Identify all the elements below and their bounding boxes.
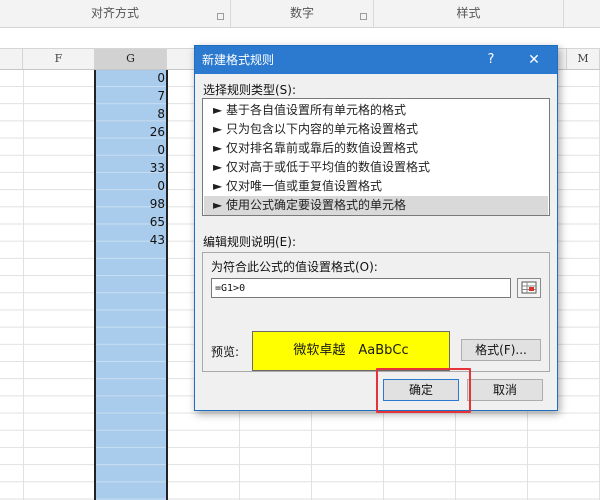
close-button[interactable]: ✕: [517, 46, 551, 74]
cell-g4[interactable]: 26: [95, 124, 165, 141]
rule-type-item[interactable]: ► 基于各自值设置所有单元格的格式: [204, 101, 548, 120]
column-header-g-label: G: [126, 52, 135, 65]
dialog-title: 新建格式规则: [202, 53, 275, 67]
formula-input[interactable]: [211, 278, 511, 298]
new-format-rule-dialog: 新建格式规则 ? ✕ 选择规则类型(S): ► 基于各自值设置所有单元格的格式 …: [194, 45, 558, 411]
rule-type-label: 选择规则类型(S):: [203, 83, 297, 97]
preview-label: 预览:: [211, 345, 240, 359]
cell-g9[interactable]: 65: [95, 214, 165, 231]
ok-button-highlight-annotation: [376, 368, 471, 413]
cell-g1[interactable]: 0: [95, 70, 165, 87]
cell-g10[interactable]: 43: [95, 232, 165, 249]
number-dialog-launcher-icon[interactable]: [360, 13, 367, 20]
cell-g6[interactable]: 33: [95, 160, 165, 177]
edit-rule-description-label: 编辑规则说明(E):: [203, 235, 296, 249]
rule-type-list[interactable]: ► 基于各自值设置所有单元格的格式 ► 只为包含以下内容的单元格设置格式 ► 仅…: [202, 98, 550, 216]
ribbon-group-bar: 对齐方式 数字 样式: [0, 0, 600, 28]
rule-type-item[interactable]: ► 只为包含以下内容的单元格设置格式: [204, 120, 548, 139]
format-button[interactable]: 格式(F)...: [461, 339, 541, 361]
cell-g3[interactable]: 8: [95, 106, 165, 123]
ribbon-group-styles-label: 样式: [456, 6, 481, 20]
selection-border-right: [166, 70, 168, 500]
column-header-f-label: F: [54, 52, 63, 65]
rule-type-item[interactable]: ► 仅对唯一值或重复值设置格式: [204, 177, 548, 196]
ribbon-group-alignment[interactable]: 对齐方式: [0, 0, 231, 27]
cell-g8[interactable]: 98: [95, 196, 165, 213]
rule-type-item[interactable]: ► 仅对高于或低于平均值的数值设置格式: [204, 158, 548, 177]
range-select-icon: [521, 281, 537, 294]
ribbon-group-alignment-label: 对齐方式: [90, 6, 139, 20]
range-select-button[interactable]: [517, 278, 541, 298]
column-header-m[interactable]: M: [567, 49, 600, 69]
alignment-dialog-launcher-icon[interactable]: [217, 13, 224, 20]
dialog-title-bar[interactable]: 新建格式规则 ? ✕: [195, 46, 557, 74]
ribbon-group-number-label: 数字: [289, 6, 314, 20]
rule-type-item-selected[interactable]: ► 使用公式确定要设置格式的单元格: [204, 196, 548, 215]
cell-g2[interactable]: 7: [95, 88, 165, 105]
rule-type-item[interactable]: ► 仅对排名靠前或靠后的数值设置格式: [204, 139, 548, 158]
ribbon-group-number[interactable]: 数字: [231, 0, 374, 27]
formula-label: 为符合此公式的值设置格式(O):: [211, 260, 378, 274]
cell-g7[interactable]: 0: [95, 178, 165, 195]
column-header-m-label: M: [577, 52, 589, 65]
ribbon-group-styles[interactable]: 样式: [374, 0, 564, 27]
column-header-e[interactable]: [0, 49, 23, 69]
cell-g5[interactable]: 0: [95, 142, 165, 159]
format-preview: 微软卓越 AaBbCc: [252, 331, 450, 371]
column-header-f[interactable]: F: [23, 49, 95, 69]
help-button[interactable]: ?: [481, 46, 501, 74]
column-header-g[interactable]: G: [95, 49, 167, 69]
cancel-button[interactable]: 取消: [467, 379, 543, 401]
